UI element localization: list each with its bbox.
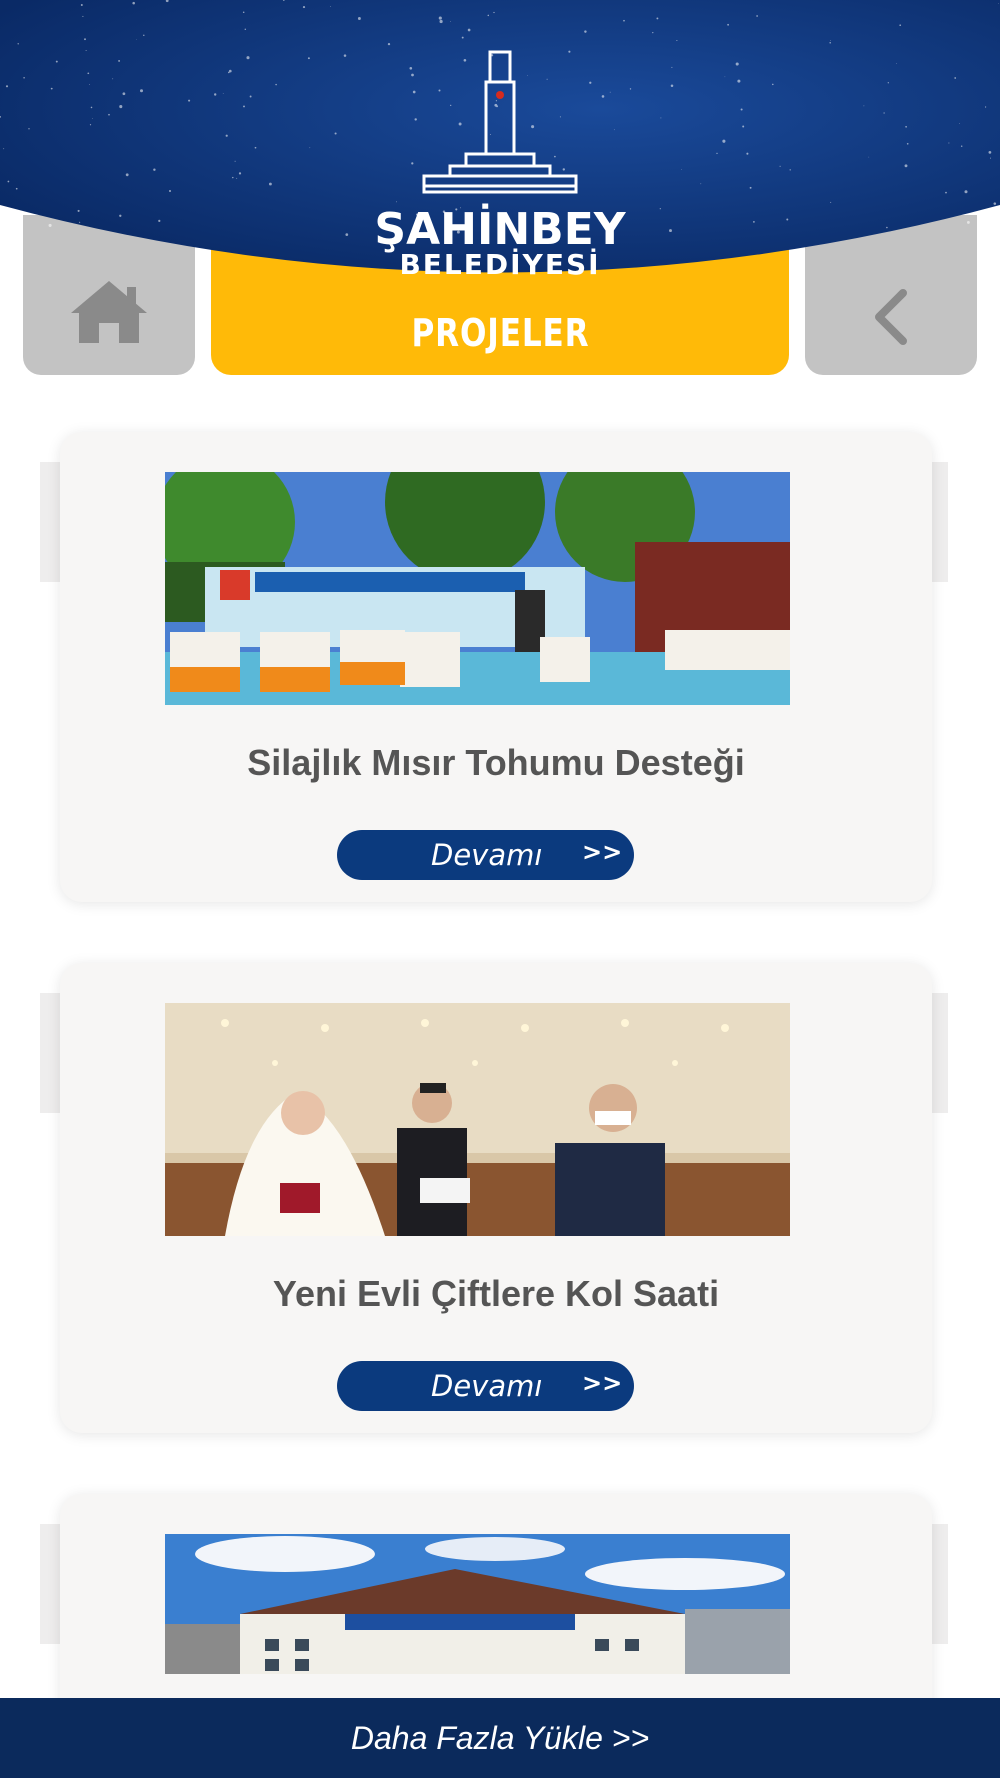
read-more-button[interactable]: Devamı >> (337, 830, 634, 880)
project-photo (165, 1534, 790, 1674)
project-card: Silajlık Mısır Tohumu Desteği Devamı >> (60, 432, 932, 902)
home-button[interactable] (23, 215, 195, 375)
read-more-arrow: >> (582, 1369, 623, 1397)
read-more-button[interactable]: Devamı >> (337, 1361, 634, 1411)
project-photo (165, 472, 790, 705)
load-more-label: Daha Fazla Yükle >> (350, 1719, 650, 1756)
project-title: Silajlık Mısır Tohumu Desteği (247, 742, 745, 783)
read-more-label: Devamı (431, 1369, 543, 1403)
read-more-label: Devamı (431, 838, 543, 872)
read-more-arrow: >> (582, 838, 623, 866)
back-button[interactable] (805, 215, 977, 375)
page-title-tab: PROJELER (211, 240, 789, 375)
project-card: Yeni Evli Çiftlere Kol Saati Devamı >> (60, 963, 932, 1433)
load-more-button[interactable]: Daha Fazla Yükle >> (0, 1698, 1000, 1778)
project-photo (165, 1003, 790, 1236)
page-title: PROJELER (411, 311, 589, 355)
chevron-left-icon (875, 289, 907, 345)
project-title: Yeni Evli Çiftlere Kol Saati (272, 1273, 720, 1314)
home-icon (71, 281, 147, 343)
sahinbey-logo[interactable] (422, 50, 578, 194)
